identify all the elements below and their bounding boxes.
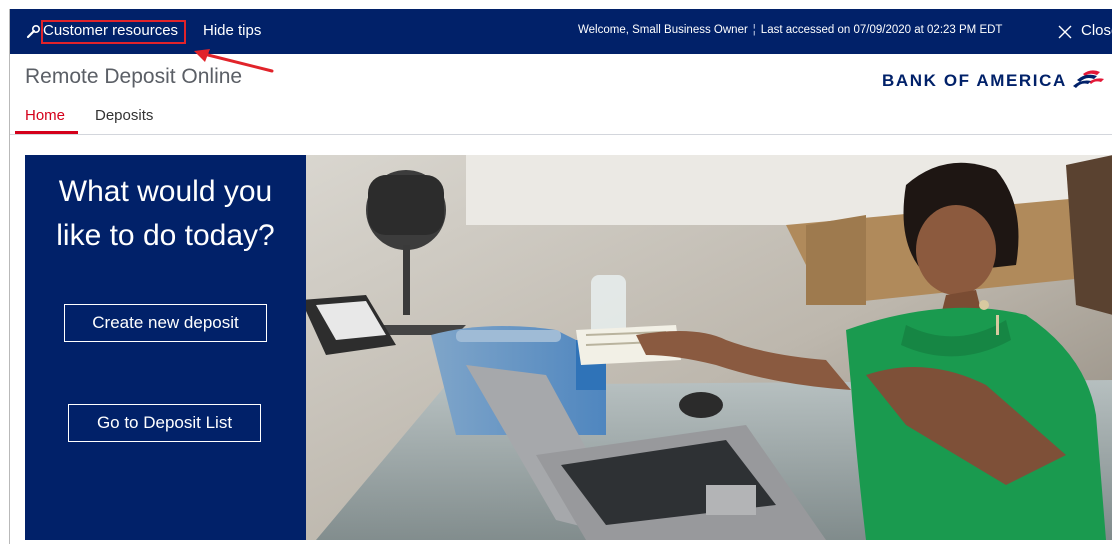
welcome-status: Welcome, Small Business Owner ¦ Last acces…: [578, 24, 1002, 36]
active-tab-indicator: [15, 131, 78, 134]
hide-tips-link[interactable]: Hide tips: [203, 22, 261, 39]
bank-logo[interactable]: BANK OF AMERICA: [882, 70, 1104, 91]
top-utility-bar: Customer resources Hide tips Welcome, Sm…: [10, 9, 1112, 54]
close-link[interactable]: Close: [1081, 22, 1112, 39]
browser-frame: Customer resources Hide tips Welcome, Sm…: [9, 9, 1112, 544]
hero-action-panel: What would you like to do today? Create …: [25, 155, 306, 540]
logo-text: BANK OF AMERICA: [882, 71, 1067, 90]
tab-home[interactable]: Home: [25, 107, 65, 124]
create-deposit-button[interactable]: Create new deposit: [64, 304, 267, 342]
welcome-text: Welcome, Small Business Owner: [578, 24, 748, 36]
last-accessed-text: Last accessed on 07/09/2020 at 02:23 PM …: [760, 24, 1003, 36]
separator: ¦: [752, 24, 756, 36]
callout-highlight-box: [41, 20, 186, 44]
wrench-icon: [26, 24, 41, 39]
app-title: Remote Deposit Online: [25, 65, 243, 88]
hero-banner: What would you like to do today? Create …: [25, 155, 1112, 540]
deposit-list-button[interactable]: Go to Deposit List: [68, 404, 261, 442]
tab-deposits[interactable]: Deposits: [95, 107, 153, 124]
hero-heading: What would you like to do today?: [56, 175, 275, 252]
flag-logo-icon: [1073, 70, 1104, 88]
close-icon[interactable]: [1057, 24, 1073, 40]
main-tabs: Home Deposits: [10, 102, 1112, 135]
hero-photo: [306, 155, 1112, 540]
